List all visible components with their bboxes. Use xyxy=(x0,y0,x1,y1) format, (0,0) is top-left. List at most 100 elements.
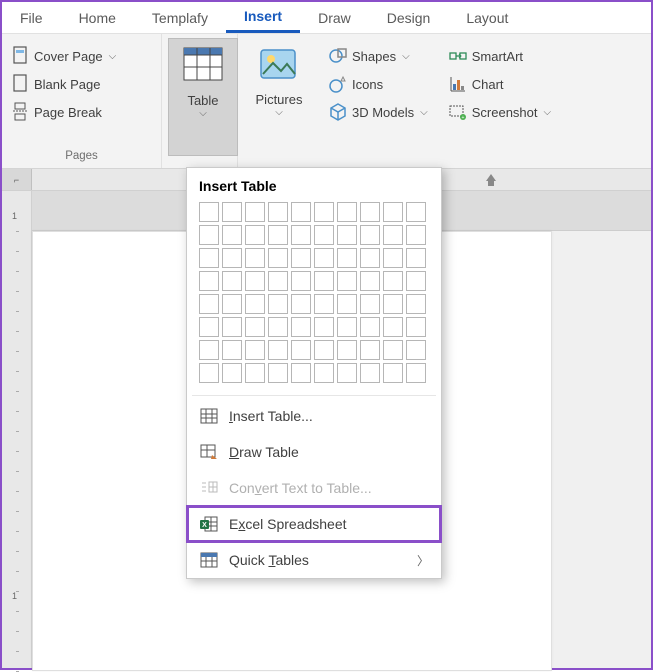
tab-file[interactable]: File xyxy=(2,2,61,33)
grid-cell[interactable] xyxy=(268,248,288,268)
grid-cell[interactable] xyxy=(291,202,311,222)
grid-cell[interactable] xyxy=(337,363,357,383)
grid-cell[interactable] xyxy=(314,225,334,245)
grid-cell[interactable] xyxy=(360,202,380,222)
chart-button[interactable]: Chart xyxy=(444,72,555,96)
grid-cell[interactable] xyxy=(199,340,219,360)
pictures-split-button[interactable]: Pictures ⌵ xyxy=(244,38,314,156)
grid-cell[interactable] xyxy=(383,225,403,245)
icons-button[interactable]: Icons xyxy=(324,72,432,96)
shapes-button[interactable]: Shapes ⌵ xyxy=(324,44,432,68)
grid-cell[interactable] xyxy=(199,225,219,245)
grid-cell[interactable] xyxy=(268,225,288,245)
tab-design[interactable]: Design xyxy=(369,2,449,33)
vertical-ruler[interactable]: 1 1 xyxy=(2,191,32,668)
grid-cell[interactable] xyxy=(222,248,242,268)
screenshot-button[interactable]: + Screenshot ⌵ xyxy=(444,100,555,124)
grid-cell[interactable] xyxy=(245,363,265,383)
insert-table-menu-item[interactable]: Insert Table... xyxy=(187,398,441,434)
excel-spreadsheet-menu-item[interactable]: X Excel Spreadsheet xyxy=(187,506,441,542)
grid-cell[interactable] xyxy=(406,317,426,337)
grid-cell[interactable] xyxy=(291,363,311,383)
grid-cell[interactable] xyxy=(314,271,334,291)
grid-cell[interactable] xyxy=(291,271,311,291)
grid-cell[interactable] xyxy=(406,294,426,314)
grid-cell[interactable] xyxy=(245,340,265,360)
grid-cell[interactable] xyxy=(268,363,288,383)
grid-cell[interactable] xyxy=(406,248,426,268)
grid-cell[interactable] xyxy=(337,202,357,222)
grid-cell[interactable] xyxy=(291,248,311,268)
grid-cell[interactable] xyxy=(245,248,265,268)
grid-cell[interactable] xyxy=(383,248,403,268)
grid-cell[interactable] xyxy=(383,294,403,314)
grid-cell[interactable] xyxy=(360,271,380,291)
grid-cell[interactable] xyxy=(245,202,265,222)
grid-cell[interactable] xyxy=(222,317,242,337)
grid-cell[interactable] xyxy=(199,202,219,222)
grid-cell[interactable] xyxy=(383,317,403,337)
grid-cell[interactable] xyxy=(337,225,357,245)
grid-cell[interactable] xyxy=(199,317,219,337)
grid-cell[interactable] xyxy=(268,271,288,291)
grid-cell[interactable] xyxy=(268,202,288,222)
grid-cell[interactable] xyxy=(222,225,242,245)
grid-cell[interactable] xyxy=(291,340,311,360)
page-break-button[interactable]: Page Break xyxy=(8,100,155,124)
grid-cell[interactable] xyxy=(314,294,334,314)
table-size-grid[interactable] xyxy=(187,202,438,393)
indent-marker-base-icon[interactable] xyxy=(488,180,494,186)
grid-cell[interactable] xyxy=(245,317,265,337)
grid-cell[interactable] xyxy=(268,294,288,314)
smartart-button[interactable]: SmartArt xyxy=(444,44,555,68)
grid-cell[interactable] xyxy=(360,248,380,268)
grid-cell[interactable] xyxy=(406,271,426,291)
grid-cell[interactable] xyxy=(222,294,242,314)
grid-cell[interactable] xyxy=(360,294,380,314)
grid-cell[interactable] xyxy=(337,340,357,360)
grid-cell[interactable] xyxy=(406,340,426,360)
grid-cell[interactable] xyxy=(337,271,357,291)
grid-cell[interactable] xyxy=(360,363,380,383)
grid-cell[interactable] xyxy=(199,248,219,268)
cover-page-button[interactable]: Cover Page ⌵ xyxy=(8,44,155,68)
grid-cell[interactable] xyxy=(291,294,311,314)
grid-cell[interactable] xyxy=(199,363,219,383)
grid-cell[interactable] xyxy=(314,248,334,268)
quick-tables-menu-item[interactable]: Quick Tables 〉 xyxy=(187,542,441,578)
3d-models-button[interactable]: 3D Models ⌵ xyxy=(324,100,432,124)
grid-cell[interactable] xyxy=(337,294,357,314)
tab-draw[interactable]: Draw xyxy=(300,2,369,33)
grid-cell[interactable] xyxy=(337,248,357,268)
grid-cell[interactable] xyxy=(360,225,380,245)
grid-cell[interactable] xyxy=(291,225,311,245)
grid-cell[interactable] xyxy=(245,271,265,291)
grid-cell[interactable] xyxy=(383,340,403,360)
grid-cell[interactable] xyxy=(406,363,426,383)
grid-cell[interactable] xyxy=(383,202,403,222)
grid-cell[interactable] xyxy=(245,225,265,245)
grid-cell[interactable] xyxy=(222,340,242,360)
tab-templafy[interactable]: Templafy xyxy=(134,2,226,33)
grid-cell[interactable] xyxy=(337,317,357,337)
tab-home[interactable]: Home xyxy=(61,2,134,33)
grid-cell[interactable] xyxy=(406,202,426,222)
grid-cell[interactable] xyxy=(199,294,219,314)
table-split-button[interactable]: Table ⌵ xyxy=(168,38,238,156)
grid-cell[interactable] xyxy=(383,363,403,383)
grid-cell[interactable] xyxy=(291,317,311,337)
grid-cell[interactable] xyxy=(360,340,380,360)
grid-cell[interactable] xyxy=(268,317,288,337)
tab-insert[interactable]: Insert xyxy=(226,2,300,33)
grid-cell[interactable] xyxy=(222,363,242,383)
grid-cell[interactable] xyxy=(268,340,288,360)
grid-cell[interactable] xyxy=(222,202,242,222)
draw-table-menu-item[interactable]: Draw Table xyxy=(187,434,441,470)
grid-cell[interactable] xyxy=(199,271,219,291)
grid-cell[interactable] xyxy=(360,317,380,337)
grid-cell[interactable] xyxy=(222,271,242,291)
grid-cell[interactable] xyxy=(245,294,265,314)
grid-cell[interactable] xyxy=(314,340,334,360)
grid-cell[interactable] xyxy=(314,363,334,383)
grid-cell[interactable] xyxy=(383,271,403,291)
